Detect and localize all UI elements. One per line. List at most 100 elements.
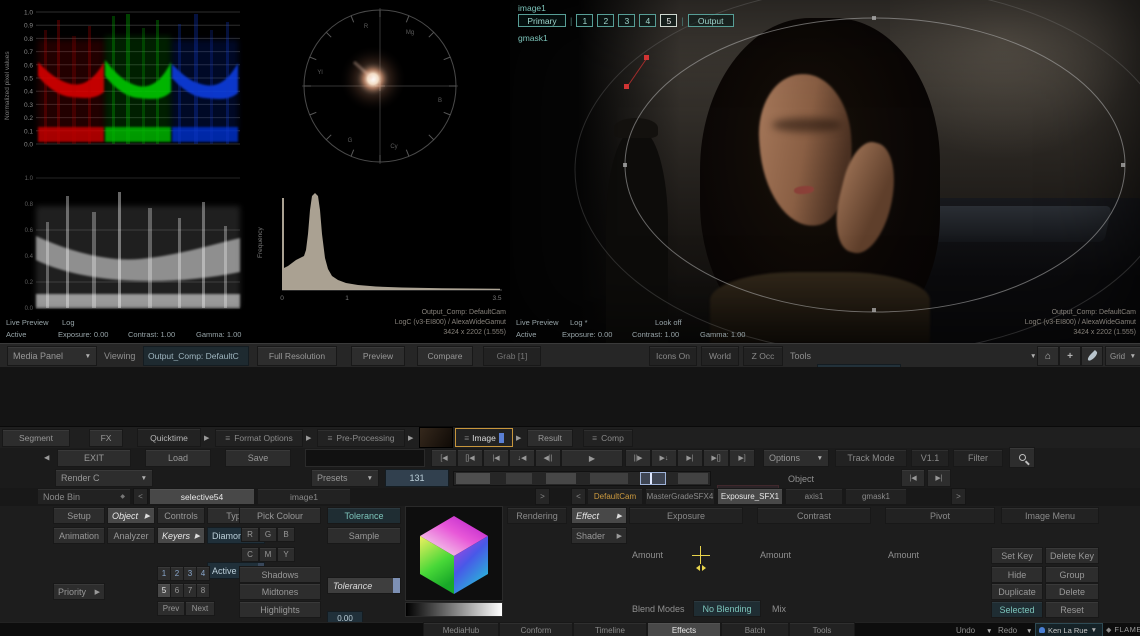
current-frame-field[interactable]: 131 (386, 470, 448, 486)
save-button[interactable]: Save (226, 450, 290, 466)
scene-item-mastergrade[interactable]: MasterGradeSFX4 (646, 489, 714, 504)
presets-dropdown[interactable]: Presets▼ (312, 470, 378, 486)
controls-menu[interactable]: Controls (158, 508, 204, 523)
transport-play-reverse-button[interactable]: ◀|| (536, 450, 560, 466)
chevron-right-icon[interactable]: ▶ (204, 434, 209, 442)
z-occ-button[interactable]: Z Occ (744, 347, 782, 365)
undo-button[interactable]: Undo (956, 626, 975, 635)
tab-fx[interactable]: FX (90, 430, 122, 446)
channel-y-button[interactable]: Y (278, 548, 294, 561)
keyer-8-button[interactable]: 8 (197, 584, 209, 597)
tab-result[interactable]: Result (528, 430, 572, 446)
context-thumbnail[interactable] (420, 428, 452, 447)
delete-button[interactable]: Delete (1046, 584, 1098, 599)
channel-c-button[interactable]: C (242, 548, 258, 561)
transport-next-frame-button[interactable]: ▶| (678, 450, 702, 466)
viewer-canvas[interactable]: image1 Primary | 1 2 3 4 5 | Output gmas… (510, 0, 1140, 343)
tab-effects-active[interactable]: Effects (648, 623, 720, 636)
scene-scroll-right[interactable]: > (952, 489, 965, 504)
user-menu[interactable]: Ken La Rue ▼ (1036, 624, 1102, 636)
transport-prev-key-button[interactable]: ↓◀ (510, 450, 534, 466)
icons-on-button[interactable]: Icons On (650, 347, 696, 365)
keyer-1-button[interactable]: 1 (158, 567, 170, 580)
viewing-selector[interactable]: Output_Comp: DefaultC (144, 347, 248, 365)
transport-go-start-button[interactable]: [◀ (432, 450, 456, 466)
tab-image-active[interactable]: ≡Image (456, 429, 512, 446)
chevron-right-icon[interactable]: ▶ (516, 434, 521, 442)
tab-quicktime[interactable]: Quicktime (138, 429, 200, 446)
view-tab-4[interactable]: 4 (639, 14, 656, 27)
highlights-button[interactable]: Highlights (240, 602, 320, 617)
tab-segment[interactable]: Segment (3, 430, 69, 446)
tolerance-mode-button[interactable]: Tolerance (328, 508, 400, 523)
object-menu-active[interactable]: Object▶ (108, 508, 154, 523)
redo-button[interactable]: Redo (998, 626, 1017, 635)
keyer-7-button[interactable]: 7 (184, 584, 196, 597)
primary-view-button[interactable]: Primary (518, 14, 566, 27)
tab-mediahub[interactable]: MediaHub (424, 623, 498, 636)
group-button[interactable]: Group (1046, 567, 1098, 582)
tab-tools[interactable]: Tools (790, 623, 854, 636)
transport-prev-frame-button[interactable]: |◀ (484, 450, 508, 466)
redo-chevron-icon[interactable]: ▼ (1026, 628, 1032, 635)
pan-icon[interactable]: + (1060, 347, 1080, 365)
transport-play-button[interactable]: ▶ (562, 450, 622, 466)
preview-button[interactable]: Preview (352, 347, 404, 365)
keyer-2-button[interactable]: 2 (171, 567, 183, 580)
scene-item-axis1[interactable]: axis1 (786, 489, 842, 504)
blend-mode-selector[interactable]: No Blending (694, 601, 760, 616)
view-tab-1[interactable]: 1 (576, 14, 593, 27)
bin-scroll-left[interactable]: < (134, 489, 147, 504)
view-tab-2[interactable]: 2 (597, 14, 614, 27)
next-button[interactable]: Next (186, 602, 214, 615)
zoom-chevron-icon[interactable]: ▼ (1030, 353, 1036, 360)
duplicate-button[interactable]: Duplicate (992, 584, 1042, 599)
scene-scroll-left[interactable]: < (572, 489, 585, 504)
keyers-menu-active[interactable]: Keyers▶ (158, 528, 204, 543)
effect-menu-active[interactable]: Effect▶ (572, 508, 626, 523)
transport-prev-section-button[interactable]: []◀ (458, 450, 482, 466)
options-dropdown[interactable]: Options▼ (764, 450, 828, 466)
keyer-5-button-active[interactable]: 5 (158, 584, 170, 597)
view-tab-3[interactable]: 3 (618, 14, 635, 27)
search-icon[interactable] (1010, 448, 1034, 467)
load-button[interactable]: Load (146, 450, 210, 466)
version-button[interactable]: V1.1 (912, 450, 948, 466)
tab-batch[interactable]: Batch (722, 623, 788, 636)
home-icon[interactable]: ⌂ (1038, 347, 1058, 365)
tolerance-slider[interactable]: Tolerance (328, 578, 400, 593)
render-dropdown[interactable]: Render C▼ (56, 470, 152, 486)
channel-b-button[interactable]: B (278, 528, 294, 541)
track-mode-button[interactable]: Track Mode (836, 450, 906, 466)
gmask-control-point[interactable] (644, 55, 649, 60)
channel-m-button[interactable]: M (260, 548, 276, 561)
transport-next-section-button[interactable]: ▶[] (704, 450, 728, 466)
view-tab-5[interactable]: 5 (660, 14, 677, 27)
shadows-button[interactable]: Shadows (240, 567, 320, 582)
keyer-3-button[interactable]: 3 (184, 567, 196, 580)
pick-colour-button[interactable]: Pick Colour (240, 508, 320, 523)
selected-toggle[interactable]: Selected (992, 602, 1042, 617)
channel-r-button[interactable]: R (242, 528, 258, 541)
prev-button[interactable]: Prev (158, 602, 184, 615)
tab-timeline[interactable]: Timeline (574, 623, 646, 636)
undo-chevron-icon[interactable]: ▼ (986, 628, 992, 635)
colour-cube-display[interactable] (406, 507, 502, 600)
tab-conform[interactable]: Conform (500, 623, 572, 636)
midtones-button[interactable]: Midtones (240, 584, 320, 599)
bin-item-selective54[interactable]: selective54 (150, 489, 254, 504)
setup-name-field[interactable] (306, 450, 424, 466)
keyer-4-button[interactable]: 4 (197, 567, 209, 580)
grab-button[interactable]: Grab [1] (484, 347, 540, 365)
bin-item-image1[interactable]: image1 (258, 489, 350, 504)
timeline-playhead[interactable] (640, 472, 666, 485)
filter-button[interactable]: Filter (954, 450, 1002, 466)
reset-button[interactable]: Reset (1046, 602, 1098, 617)
chevron-right-icon[interactable]: ▶ (306, 434, 311, 442)
scene-item-gmask1[interactable]: gmask1 (846, 489, 906, 504)
analyzer-menu[interactable]: Analyzer (108, 528, 154, 543)
gmask-control-point[interactable] (624, 84, 629, 89)
transport-step-forward-button[interactable]: ||▶ (626, 450, 650, 466)
full-resolution-button[interactable]: Full Resolution (258, 347, 336, 365)
node-bin-dropdown[interactable]: Node Bin◆ (38, 489, 130, 504)
